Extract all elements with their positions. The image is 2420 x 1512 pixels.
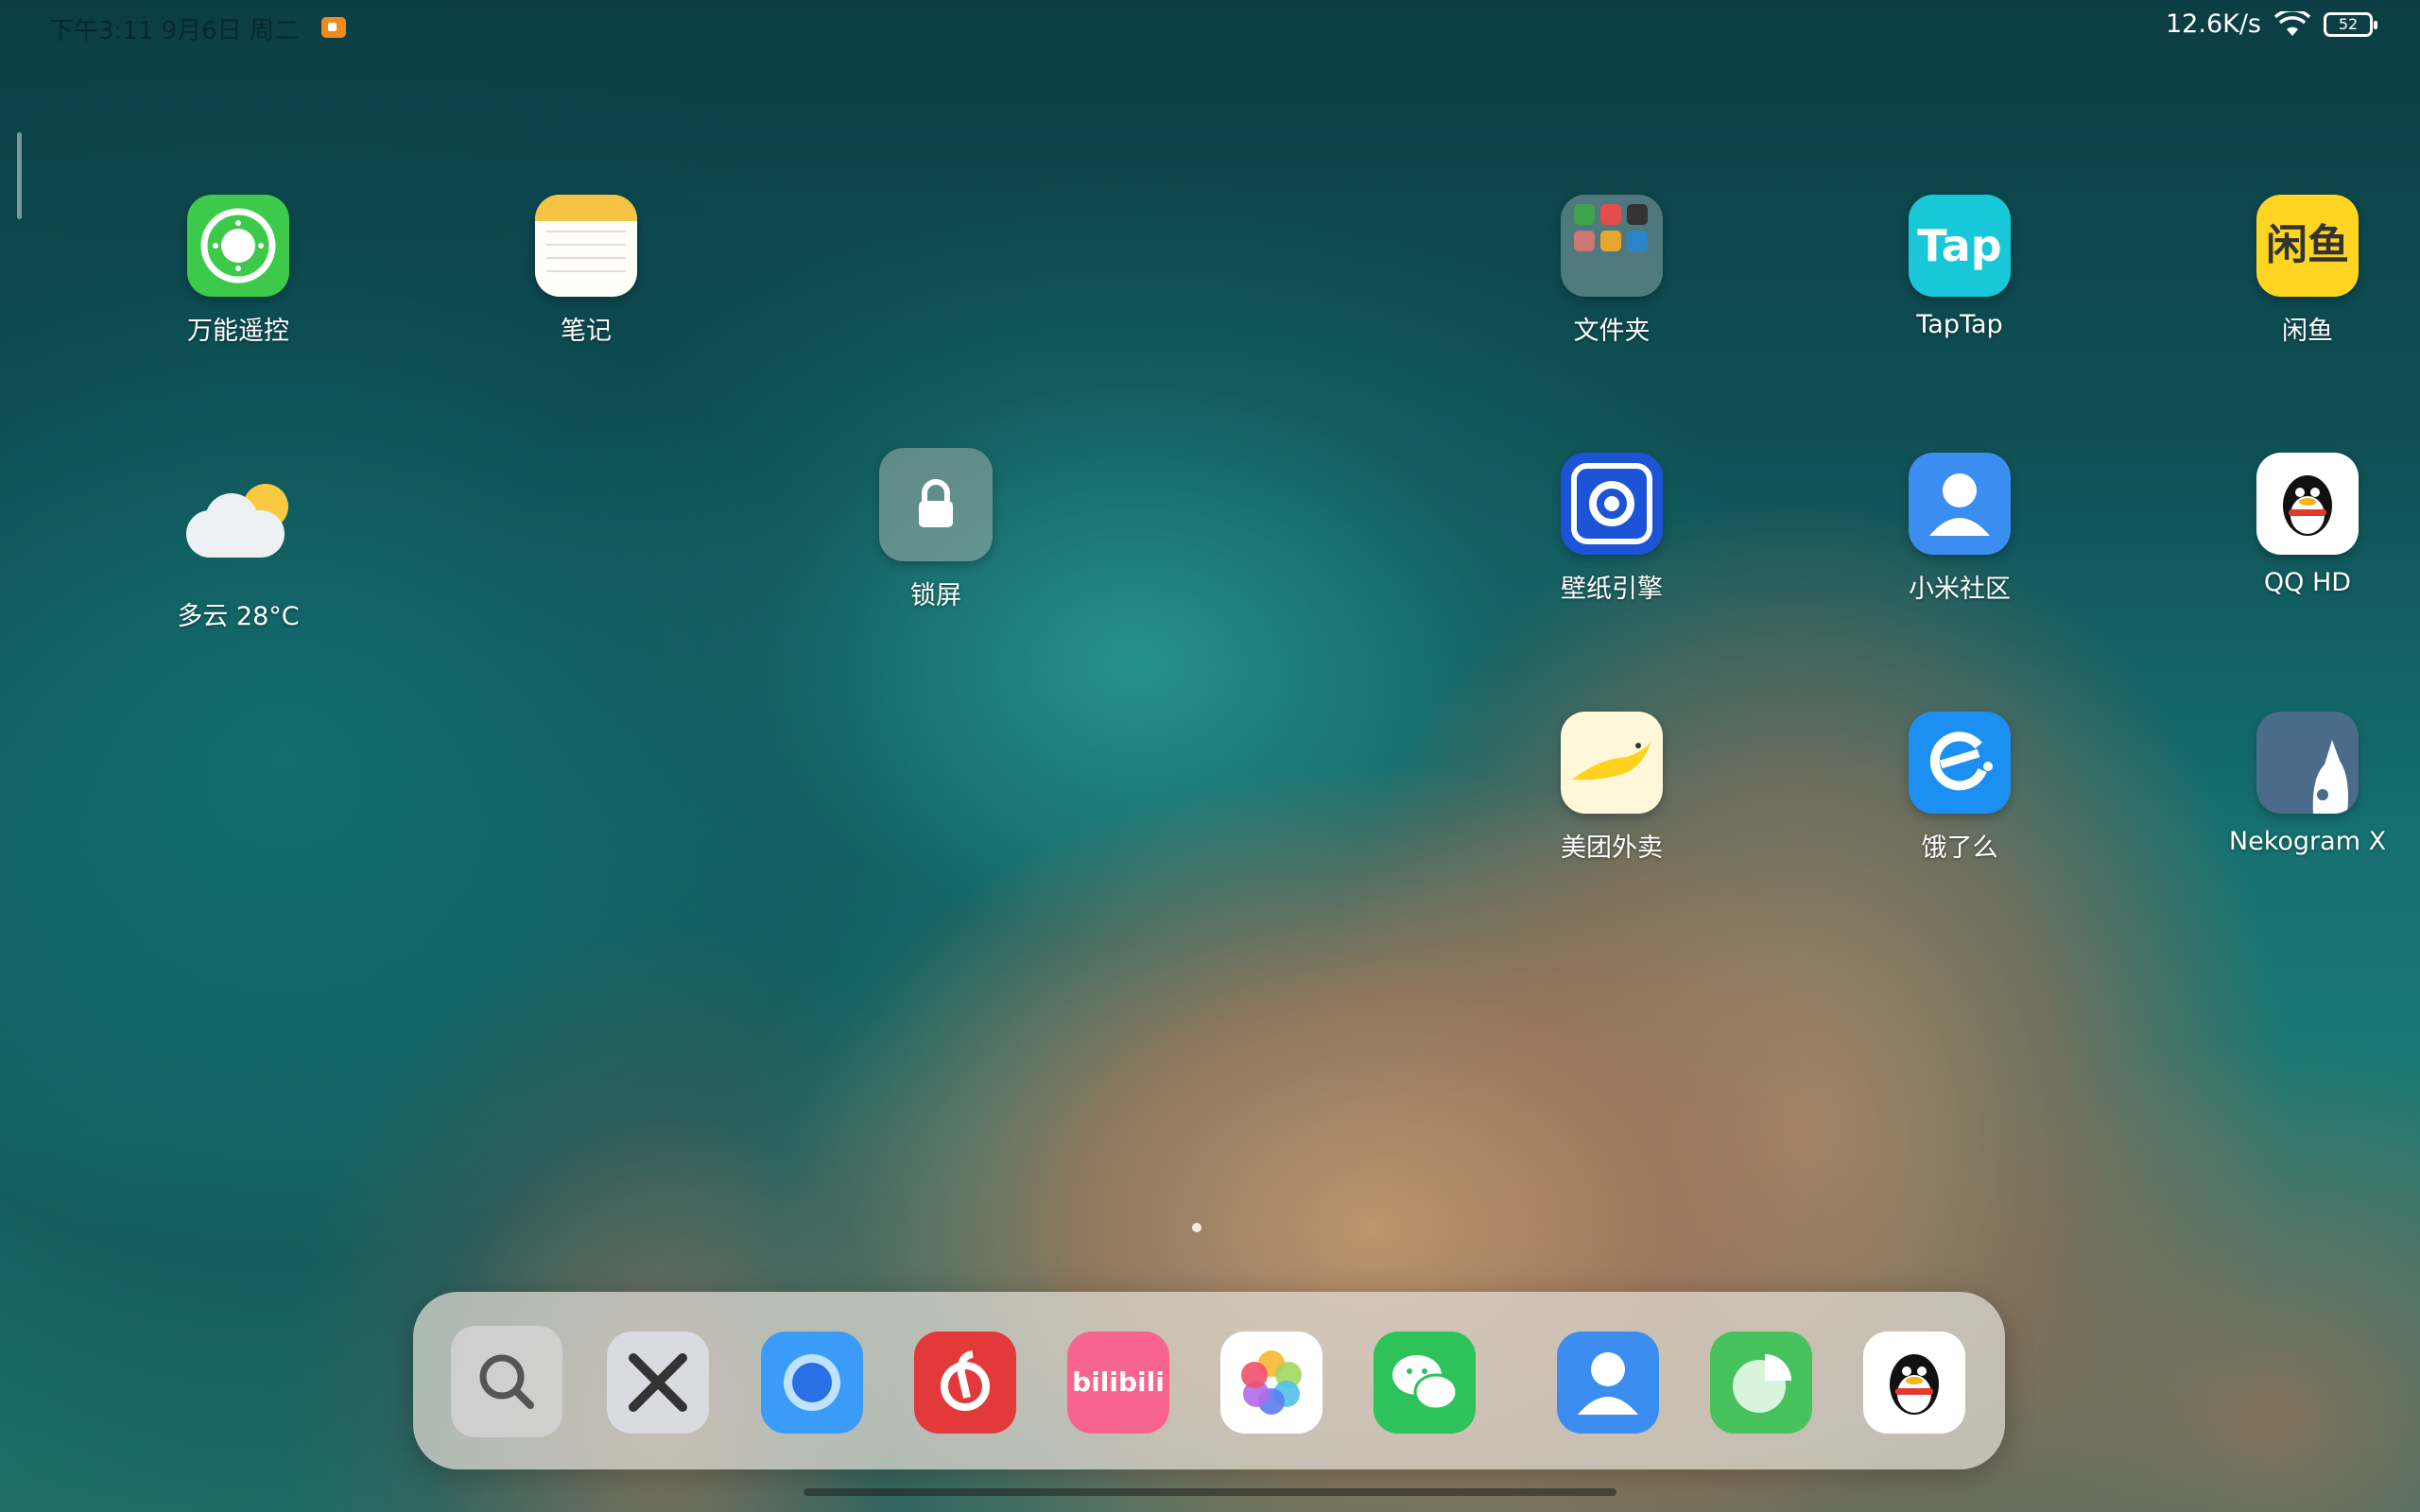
app-lockscreen[interactable]: 锁屏	[841, 448, 1030, 611]
app-label: 饿了么	[1921, 833, 1998, 863]
nekogram-cat-icon	[2256, 712, 2359, 814]
dock-netease-music[interactable]	[914, 1332, 1016, 1434]
music-icon	[941, 1350, 990, 1411]
dock-bilibili[interactable]: bilibili	[1067, 1332, 1169, 1434]
browser-circle-icon	[784, 1354, 840, 1411]
app-xianyu[interactable]: 闲鱼 闲鱼	[2213, 195, 2402, 347]
app-label: 壁纸引擎	[1561, 575, 1663, 604]
app-folder[interactable]: 文件夹	[1517, 195, 1706, 347]
notes-icon	[535, 195, 637, 297]
person-icon	[1909, 453, 2011, 555]
qq-penguin-icon	[2256, 453, 2359, 555]
dock: bilibili	[413, 1292, 2005, 1469]
dock-mi-community[interactable]	[1557, 1332, 1659, 1434]
home-indicator[interactable]	[804, 1488, 1616, 1496]
eleme-icon	[1909, 712, 2011, 814]
weather-widget[interactable]: 多云 28°C	[144, 472, 333, 632]
dock-pie-app[interactable]	[1710, 1332, 1812, 1434]
app-label: 锁屏	[910, 581, 961, 610]
app-label: 文件夹	[1573, 317, 1651, 346]
dock-wechat[interactable]	[1374, 1332, 1476, 1434]
dock-search[interactable]	[451, 1326, 562, 1437]
app-nekogram[interactable]: Nekogram X	[2213, 712, 2402, 856]
weather-label: 多云 28°C	[177, 602, 300, 631]
app-notes[interactable]: 笔记	[492, 195, 681, 347]
network-speed: 12.6K/s	[2166, 9, 2261, 39]
folder-icon	[1561, 195, 1663, 297]
app-remote[interactable]: 万能遥控	[144, 195, 333, 347]
app-taptap[interactable]: Tap TapTap	[1865, 195, 2054, 339]
status-bar: 下午3:11 9月6日 周二 12.6K/s 52	[0, 0, 2420, 55]
tools-icon	[629, 1353, 687, 1412]
meituan-kangaroo-icon	[1561, 712, 1663, 814]
app-wallpaper-engine[interactable]: 壁纸引擎	[1517, 453, 1706, 605]
app-meituan[interactable]: 美团外卖	[1517, 712, 1706, 864]
wifi-icon	[2274, 10, 2310, 36]
dock-tools[interactable]	[607, 1332, 709, 1434]
wechat-icon	[1392, 1355, 1459, 1411]
scroll-indicator	[17, 132, 22, 219]
app-label: TapTap	[1916, 310, 2003, 339]
app-mi-community[interactable]: 小米社区	[1865, 453, 2054, 605]
app-label: 小米社区	[1909, 575, 2011, 604]
wallpaper-engine-icon	[1561, 453, 1663, 555]
app-label: 万能遥控	[187, 317, 289, 346]
app-label: 美团外卖	[1561, 833, 1663, 863]
battery-icon: 52	[2324, 11, 2377, 37]
status-time-date: 下午3:11 9月6日 周二	[49, 17, 299, 45]
qq-penguin-icon	[1890, 1354, 1939, 1415]
remote-icon	[187, 195, 289, 297]
xianyu-icon: 闲鱼	[2256, 195, 2359, 297]
bilibili-logo: bilibili	[1072, 1366, 1165, 1398]
app-label: 笔记	[561, 317, 612, 346]
app-label: Nekogram X	[2228, 827, 2387, 856]
search-icon	[479, 1354, 534, 1409]
taptap-icon: Tap	[1909, 195, 2011, 297]
cloudy-icon	[177, 472, 300, 576]
app-label: 闲鱼	[2282, 317, 2333, 346]
status-right: 12.6K/s 52	[2166, 9, 2377, 39]
app-eleme[interactable]: 饿了么	[1865, 712, 2054, 864]
lock-icon	[879, 448, 993, 561]
dock-photos[interactable]	[1220, 1332, 1322, 1434]
app-qq-hd[interactable]: QQ HD	[2213, 453, 2402, 597]
person-icon	[1578, 1352, 1638, 1415]
page-indicator-dot	[1192, 1223, 1201, 1232]
pie-chart-icon	[1733, 1354, 1791, 1413]
screen-record-icon	[321, 17, 346, 38]
dock-qq[interactable]	[1863, 1332, 1965, 1434]
photos-flower-icon	[1241, 1350, 1302, 1415]
dock-browser[interactable]	[761, 1332, 863, 1434]
app-label: QQ HD	[2263, 568, 2352, 597]
